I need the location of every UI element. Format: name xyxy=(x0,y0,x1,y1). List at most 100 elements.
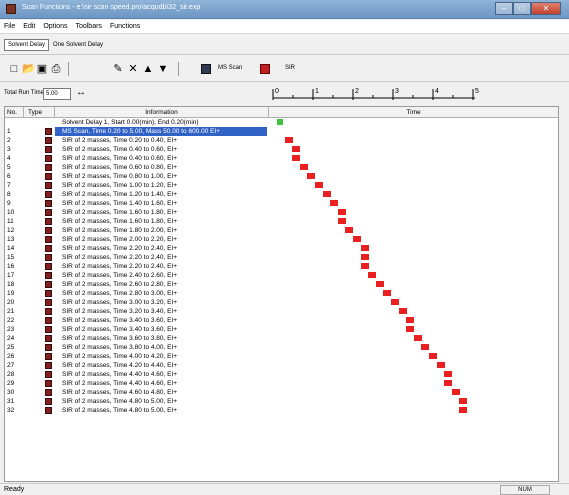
table-row[interactable]: 5 SIR of 2 masses, Time 0.60 to 0.80, EI+ xyxy=(5,163,558,172)
table-row[interactable]: 14 SIR of 2 masses, Time 2.20 to 2.40, EI… xyxy=(5,244,558,253)
run-time-input[interactable]: 5.00 xyxy=(43,88,71,100)
time-range-marker xyxy=(292,146,301,152)
move-down-icon[interactable]: ▼ xyxy=(157,63,169,75)
time-range-marker xyxy=(292,155,301,161)
table-row[interactable]: 11 SIR of 2 masses, Time 1.60 to 1.80, EI… xyxy=(5,217,558,226)
table-row[interactable]: 9 SIR of 2 masses, Time 1.40 to 1.60, EI+ xyxy=(5,199,558,208)
ruler-tick-label: 1 xyxy=(315,88,319,95)
sir-label[interactable]: SIR xyxy=(285,65,295,71)
table-row[interactable]: 16 SIR of 2 masses, Time 2.20 to 2.40, EI… xyxy=(5,262,558,271)
minimize-button[interactable]: – xyxy=(495,2,513,15)
ms-scan-icon[interactable] xyxy=(201,64,211,74)
table-row[interactable]: 12 SIR of 2 masses, Time 1.80 to 2.00, EI… xyxy=(5,226,558,235)
row-information: SIR of 2 masses, Time 4.80 to 5.00, EI+ xyxy=(62,398,178,405)
table-row[interactable]: 3 SIR of 2 masses, Time 0.40 to 0.60, EI+ xyxy=(5,145,558,154)
table-row[interactable]: 2 SIR of 2 masses, Time 0.20 to 0.40, EI+ xyxy=(5,136,558,145)
run-time-row: Total Run Time 5.00 ↔ 012345m xyxy=(0,83,569,105)
sir-type-icon xyxy=(45,290,52,297)
row-type xyxy=(27,271,55,280)
row-information: SIR of 2 masses, Time 3.20 to 3.40, EI+ xyxy=(62,308,178,315)
table-row[interactable]: 25 SIR of 2 masses, Time 3.80 to 4.00, EI… xyxy=(5,343,558,352)
table-row[interactable]: 31 SIR of 2 masses, Time 4.80 to 5.00, EI… xyxy=(5,397,558,406)
time-range-marker xyxy=(330,200,339,206)
table-row[interactable]: 15 SIR of 2 masses, Time 2.20 to 2.40, EI… xyxy=(5,253,558,262)
sir-type-icon xyxy=(45,281,52,288)
table-row[interactable]: 6 SIR of 2 masses, Time 0.80 to 1.00, EI+ xyxy=(5,172,558,181)
row-information: SIR of 2 masses, Time 2.60 to 2.80, EI+ xyxy=(62,281,178,288)
table-row[interactable]: 18 SIR of 2 masses, Time 2.60 to 2.80, EI… xyxy=(5,280,558,289)
table-row[interactable]: 7 SIR of 2 masses, Time 1.00 to 1.20, EI+ xyxy=(5,181,558,190)
edit-icon[interactable]: ✎ xyxy=(112,63,124,75)
menu-edit[interactable]: Edit xyxy=(23,23,35,30)
table-row[interactable]: 30 SIR of 2 masses, Time 4.60 to 4.80, EI… xyxy=(5,388,558,397)
row-information: SIR of 2 masses, Time 3.00 to 3.20, EI+ xyxy=(62,299,178,306)
sir-type-icon xyxy=(45,245,52,252)
ruler-tick-label: 0 xyxy=(275,88,279,95)
sir-type-icon xyxy=(45,191,52,198)
table-row[interactable]: 13 SIR of 2 masses, Time 2.00 to 2.20, EI… xyxy=(5,235,558,244)
time-range-marker xyxy=(360,263,369,269)
table-row[interactable]: 17 SIR of 2 masses, Time 2.40 to 2.60, EI… xyxy=(5,271,558,280)
table-row[interactable]: 20 SIR of 2 masses, Time 3.00 to 3.20, EI… xyxy=(5,298,558,307)
row-number: 24 xyxy=(7,335,15,342)
row-type xyxy=(27,118,55,127)
menu-file[interactable]: File xyxy=(4,23,15,30)
ms-scan-label[interactable]: MS Scan xyxy=(218,65,242,71)
header-type[interactable]: Type xyxy=(24,107,55,118)
sir-type-icon xyxy=(45,335,52,342)
table-row[interactable]: 24 SIR of 2 masses, Time 3.60 to 3.80, EI… xyxy=(5,334,558,343)
ruler-tick-label: 4 xyxy=(435,88,439,95)
table-row[interactable]: 10 SIR of 2 masses, Time 1.60 to 1.80, EI… xyxy=(5,208,558,217)
row-information: SIR of 2 masses, Time 2.00 to 2.20, EI+ xyxy=(62,236,178,243)
expand-arrows-icon[interactable]: ↔ xyxy=(76,87,86,98)
save-icon[interactable]: ▣ xyxy=(36,63,48,75)
row-information: SIR of 2 masses, Time 4.80 to 5.00, EI+ xyxy=(62,407,178,414)
close-button[interactable]: ✕ xyxy=(531,2,561,15)
table-row[interactable]: 1 MS Scan, Time 0.20 to 5.00, Mass 50.00 … xyxy=(5,127,558,136)
solvent-delay-button[interactable]: Solvent Delay xyxy=(4,38,50,51)
sir-icon[interactable] xyxy=(260,64,270,74)
row-type xyxy=(27,154,55,163)
row-type xyxy=(27,289,55,298)
table-row[interactable]: 28 SIR of 2 masses, Time 4.40 to 4.60, EI… xyxy=(5,370,558,379)
header-no[interactable]: No. xyxy=(5,107,24,118)
time-range-marker xyxy=(391,299,399,305)
table-row[interactable]: Solvent Delay 1, Start 0.00(min), End 0.… xyxy=(5,118,558,127)
row-type xyxy=(27,172,55,181)
sir-type-icon xyxy=(45,389,52,396)
window-controls: – □ ✕ xyxy=(495,2,561,15)
row-type xyxy=(27,163,55,172)
sir-type-icon xyxy=(45,209,52,216)
table-row[interactable]: 26 SIR of 2 masses, Time 4.00 to 4.20, EI… xyxy=(5,352,558,361)
header-time[interactable]: Time xyxy=(269,107,558,118)
table-row[interactable]: 29 SIR of 2 masses, Time 4.40 to 4.60, EI… xyxy=(5,379,558,388)
row-type xyxy=(27,181,55,190)
sir-type-icon xyxy=(45,164,52,171)
delete-icon[interactable]: ✕ xyxy=(127,63,139,75)
row-number: 8 xyxy=(7,191,11,198)
ms-scan-type-icon xyxy=(45,128,52,135)
menu-toolbars[interactable]: Toolbars xyxy=(75,23,101,30)
row-number: 10 xyxy=(7,209,15,216)
row-information: SIR of 2 masses, Time 3.40 to 3.60, EI+ xyxy=(62,326,178,333)
table-row[interactable]: 4 SIR of 2 masses, Time 0.40 to 0.60, EI+ xyxy=(5,154,558,163)
table-row[interactable]: 27 SIR of 2 masses, Time 4.20 to 4.40, EI… xyxy=(5,361,558,370)
print-icon[interactable]: ⎙ xyxy=(50,63,62,75)
time-range-marker xyxy=(337,209,346,215)
open-icon[interactable]: 📂 xyxy=(22,63,36,75)
new-icon[interactable]: □ xyxy=(8,63,20,75)
table-row[interactable]: 22 SIR of 2 masses, Time 3.40 to 3.60, EI… xyxy=(5,316,558,325)
sir-type-icon xyxy=(45,380,52,387)
time-range-marker xyxy=(459,398,468,404)
table-row[interactable]: 8 SIR of 2 masses, Time 1.20 to 1.40, EI+ xyxy=(5,190,558,199)
table-row[interactable]: 21 SIR of 2 masses, Time 3.20 to 3.40, EI… xyxy=(5,307,558,316)
table-row[interactable]: 19 SIR of 2 masses, Time 2.80 to 3.00, EI… xyxy=(5,289,558,298)
move-up-icon[interactable]: ▲ xyxy=(142,63,154,75)
menu-functions[interactable]: Functions xyxy=(110,23,140,30)
maximize-button[interactable]: □ xyxy=(513,2,531,15)
menu-options[interactable]: Options xyxy=(43,23,67,30)
header-information[interactable]: Information xyxy=(55,107,269,118)
row-number: 29 xyxy=(7,380,15,387)
table-row[interactable]: 32 SIR of 2 masses, Time 4.80 to 5.00, EI… xyxy=(5,406,558,415)
table-row[interactable]: 23 SIR of 2 masses, Time 3.40 to 3.60, EI… xyxy=(5,325,558,334)
